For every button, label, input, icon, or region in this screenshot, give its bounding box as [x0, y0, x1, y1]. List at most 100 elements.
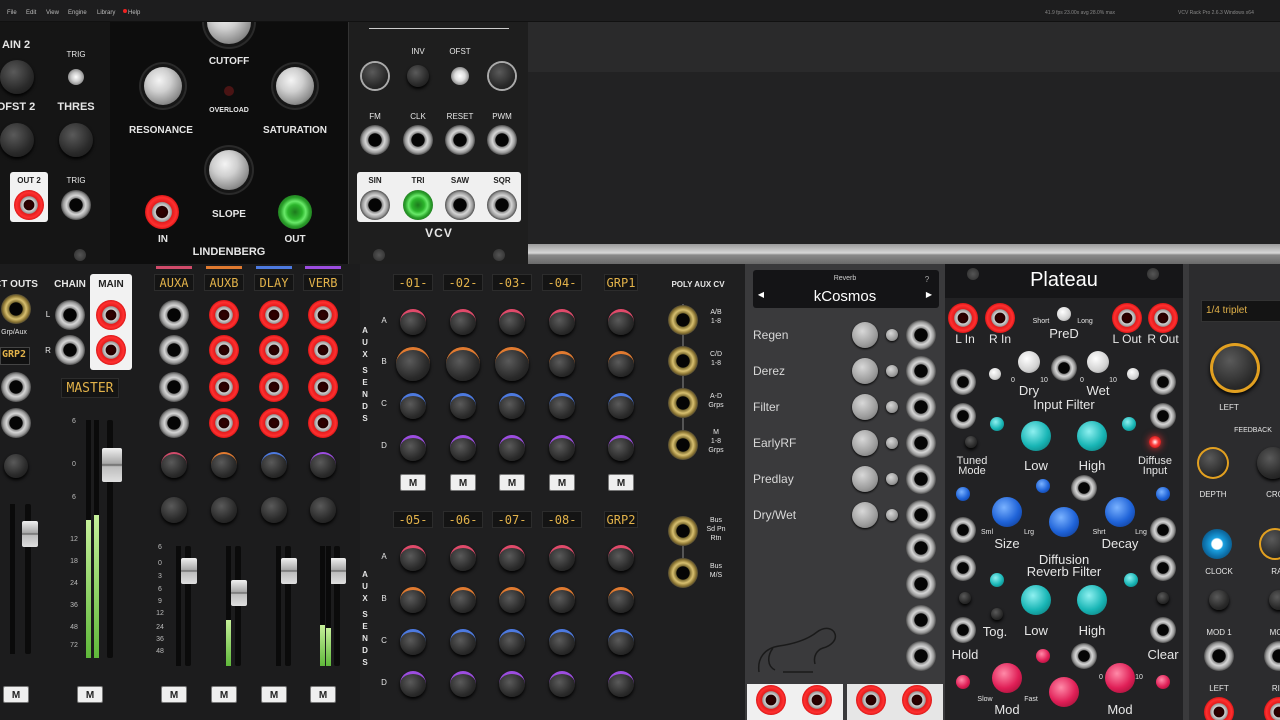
send-knob-b-1[interactable]: [396, 347, 430, 381]
reset-jack[interactable]: [445, 125, 475, 155]
send-knob-c-4[interactable]: [549, 629, 575, 655]
out2-jack[interactable]: [14, 190, 44, 220]
send-knob-c-1[interactable]: [400, 629, 426, 655]
param-atten[interactable]: [886, 365, 898, 377]
auxa-fader-cap[interactable]: [181, 558, 197, 584]
l-out-jack[interactable]: [1112, 303, 1142, 333]
auxb-jack-2[interactable]: [209, 335, 239, 365]
send-knob-b-2[interactable]: [446, 347, 480, 381]
in-l-jack[interactable]: [756, 685, 786, 715]
grp2-mute-button[interactable]: M: [3, 686, 29, 703]
wet-atten[interactable]: [1127, 368, 1139, 380]
high-atten[interactable]: [1122, 417, 1136, 431]
in-jack[interactable]: [145, 195, 179, 229]
sqr-jack[interactable]: [487, 190, 517, 220]
verb-fader-cap[interactable]: [330, 558, 346, 584]
ch3-mute-button[interactable]: M: [499, 474, 525, 491]
auxb-pan-knob[interactable]: [211, 497, 237, 523]
send-knob-a-2[interactable]: [450, 545, 476, 571]
param-atten[interactable]: [886, 329, 898, 341]
param-cv-jack[interactable]: [906, 356, 936, 386]
grp2-jack-2[interactable]: [1, 408, 31, 438]
send-knob-b-2[interactable]: [450, 587, 476, 613]
send-knob-c-5[interactable]: [608, 629, 634, 655]
mod-atten-3[interactable]: [1156, 675, 1170, 689]
send-knob-d-2[interactable]: [450, 435, 476, 461]
verb-jack-4[interactable]: [308, 408, 338, 438]
size-cv-jack[interactable]: [950, 517, 976, 543]
pwm-jack[interactable]: [487, 125, 517, 155]
send-knob-a-3[interactable]: [499, 545, 525, 571]
dlay-pan-knob[interactable]: [261, 497, 287, 523]
mod2-button[interactable]: [1269, 590, 1280, 610]
gain2-knob[interactable]: [0, 60, 34, 94]
mod-depth-knob[interactable]: [1105, 663, 1135, 693]
r-in-jack[interactable]: [985, 303, 1015, 333]
dlay-jack-1[interactable]: [259, 300, 289, 330]
mod-atten[interactable]: [1036, 649, 1050, 663]
auxa-jack-4[interactable]: [159, 408, 189, 438]
send-knob-b-4[interactable]: [549, 587, 575, 613]
decay-knob[interactable]: [1105, 497, 1135, 527]
send-knob-a-5[interactable]: [608, 545, 634, 571]
menu-help[interactable]: Help: [128, 10, 140, 16]
dlay-mute-button[interactable]: M: [261, 686, 287, 703]
send-knob-c-4[interactable]: [549, 393, 575, 419]
param-knob[interactable]: [852, 430, 878, 456]
reverb-low-knob[interactable]: [1021, 585, 1051, 615]
bus-ms-jack[interactable]: [668, 558, 698, 588]
chain-l-jack[interactable]: [55, 300, 85, 330]
mod-shape-knob[interactable]: [1049, 677, 1079, 707]
decay-cv-jack[interactable]: [1150, 517, 1176, 543]
help-button[interactable]: ?: [925, 275, 929, 284]
saturation-knob[interactable]: [276, 67, 314, 105]
send-knob-b-1[interactable]: [400, 587, 426, 613]
mod1-jack[interactable]: [1204, 641, 1234, 671]
send-knob-a-3[interactable]: [499, 309, 525, 335]
send-knob-d-1[interactable]: [400, 435, 426, 461]
output-jack[interactable]: [906, 569, 936, 599]
send-knob-b-3[interactable]: [495, 347, 529, 381]
low-atten[interactable]: [990, 417, 1004, 431]
send-knob-c-2[interactable]: [450, 629, 476, 655]
clock-jack[interactable]: [1202, 529, 1232, 559]
send-knob-c-5[interactable]: [608, 393, 634, 419]
reverb-high-knob[interactable]: [1077, 585, 1107, 615]
send-knob-a-5[interactable]: [608, 309, 634, 335]
dry-knob[interactable]: [1018, 351, 1040, 373]
dlay-jack-2[interactable]: [259, 335, 289, 365]
grp2-knob[interactable]: [4, 454, 28, 478]
main-l-jack[interactable]: [96, 300, 126, 330]
send-knob-c-3[interactable]: [499, 393, 525, 419]
resonance-knob[interactable]: [144, 67, 182, 105]
tuned-mode-button[interactable]: [965, 436, 977, 448]
diffusion-knob[interactable]: [1049, 507, 1079, 537]
param-cv-jack[interactable]: [906, 392, 936, 422]
saw-jack[interactable]: [445, 190, 475, 220]
menu-library[interactable]: Library: [97, 10, 115, 16]
param-knob[interactable]: [852, 322, 878, 348]
rhigh-cv-jack[interactable]: [1150, 555, 1176, 581]
tog-button[interactable]: [959, 592, 971, 604]
right-out-jack[interactable]: [1264, 697, 1280, 720]
send-knob-d-5[interactable]: [608, 435, 634, 461]
slope-knob[interactable]: [209, 150, 249, 190]
grp2-fader-cap[interactable]: [22, 521, 38, 547]
send-knob-a-1[interactable]: [400, 309, 426, 335]
output-jack[interactable]: [906, 605, 936, 635]
menu-engine[interactable]: Engine: [68, 10, 87, 16]
predelay-switch[interactable]: [1057, 307, 1071, 321]
verb-jack-2[interactable]: [308, 335, 338, 365]
left-time-knob[interactable]: [1210, 343, 1260, 393]
trig-jack[interactable]: [61, 190, 91, 220]
rate-knob[interactable]: [1259, 528, 1280, 560]
thres-knob[interactable]: [59, 123, 93, 157]
send-knob-b-5[interactable]: [608, 587, 634, 613]
dlay-jack-4[interactable]: [259, 408, 289, 438]
chain-r-jack[interactable]: [55, 335, 85, 365]
decay-atten[interactable]: [1156, 487, 1170, 501]
grp1-mute-button[interactable]: M: [608, 474, 634, 491]
clear-cv-jack[interactable]: [1150, 617, 1176, 643]
dlay-jack-3[interactable]: [259, 372, 289, 402]
grp2-jack-1[interactable]: [1, 372, 31, 402]
